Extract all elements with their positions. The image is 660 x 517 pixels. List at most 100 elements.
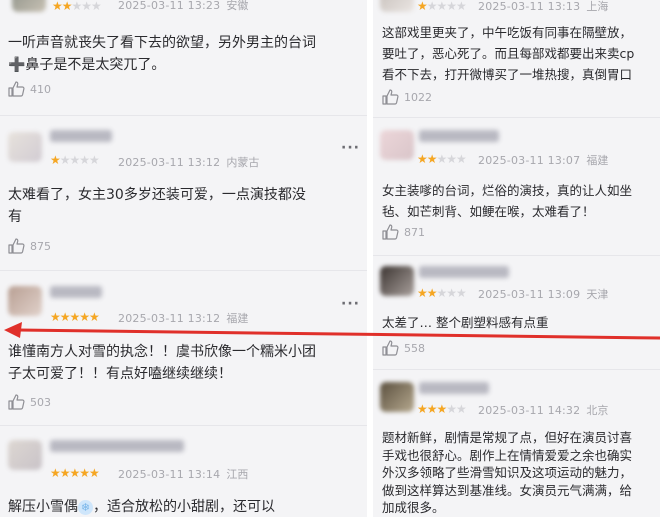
thumbs-up-icon	[8, 238, 25, 254]
comment-line: 题材新鲜，剧情是常规了点，但好在演员讨喜	[382, 430, 633, 445]
star-rating: ★★★★★	[417, 286, 467, 300]
username[interactable]	[419, 382, 489, 394]
like-button[interactable]: 875	[8, 238, 51, 254]
comment-card: ★★★★★ 2025-03-11 13:13 上海 这部戏里更夹了，中午吃饭有同事…	[373, 0, 660, 112]
comment-meta: 2025-03-11 13:09 天津	[478, 286, 608, 302]
comment-text: 题材新鲜，剧情是常规了点，但好在演员讨喜 手戏也很舒心。剧作上在情情爱爱之余也确…	[382, 429, 632, 517]
comment-meta: 2025-03-11 13:14 江西	[118, 466, 248, 482]
comment-text: 解压小雪偶 ❄ ，适合放松的小甜剧，还可以	[8, 496, 275, 517]
star-rating: ★★★★★	[50, 310, 100, 324]
comment-line: 这部戏里更夹了，中午吃饭有同事在隔壁放，	[382, 25, 633, 40]
more-options-button[interactable]: ···	[341, 140, 360, 156]
avatar[interactable]	[12, 0, 46, 12]
comment-date: 2025-03-11 13:14	[118, 468, 221, 481]
username[interactable]	[419, 266, 509, 278]
like-button[interactable]: 410	[8, 81, 51, 97]
comment-text: 这部戏里更夹了，中午吃饭有同事在隔壁放， 要吐了，恶心死了。而且每部戏都要出来卖…	[382, 22, 634, 85]
username[interactable]	[50, 440, 184, 452]
comment-meta: 2025-03-11 14:32 北京	[478, 402, 608, 418]
comment-date: 2025-03-11 13:07	[478, 154, 581, 167]
avatar[interactable]	[380, 0, 414, 12]
snowflake-icon: ❄	[78, 499, 93, 515]
comment-date: 2025-03-11 13:09	[478, 288, 581, 301]
more-options-button[interactable]: ···	[341, 296, 360, 312]
comment-line: 要吐了，恶心死了。而且每部戏都要出来卖cp	[382, 46, 635, 61]
right-comment-column: ★★★★★ 2025-03-11 13:13 上海 这部戏里更夹了，中午吃饭有同事…	[373, 0, 660, 517]
like-button[interactable]: 871	[382, 224, 425, 240]
comment-card: ★★★★★ 2025-03-11 13:12 福建 ··· 谁懂南方人对雪的执念！…	[0, 280, 367, 420]
comment-line: 太难看了，女主30多岁还装可爱，一点演技都没	[8, 187, 306, 203]
like-button[interactable]: 558	[382, 340, 425, 356]
avatar[interactable]	[8, 132, 42, 162]
comment-line: 一听声音就丧失了看下去的欲望，另外男主的台词	[8, 35, 316, 51]
like-button[interactable]: 503	[8, 394, 51, 410]
comment-line: 做到这样算达到基准线。女演员元气满满，给	[382, 482, 633, 498]
star-rating: ★★★★★	[50, 466, 100, 480]
comment-location: 上海	[586, 0, 609, 13]
comment-line: ➕鼻子是不是太突兀了。	[8, 57, 166, 73]
like-count: 1022	[404, 90, 432, 104]
comment-text: 女主装嗲的台词，烂俗的演技，真的让人如坐 毡、如芒刺背、如鲠在喉，太难看了！	[382, 180, 632, 222]
comment-line: 谁懂南方人对雪的执念！！虞书欣像一个糯米小团	[8, 344, 316, 360]
comment-date: 2025-03-11 13:13	[478, 0, 581, 13]
avatar[interactable]	[8, 286, 42, 316]
comment-location: 安徽	[226, 0, 249, 12]
comment-meta: 2025-03-11 13:12 福建	[118, 310, 248, 326]
star-rating: ★★★★★	[417, 0, 467, 13]
like-count: 558	[404, 341, 425, 355]
comment-location: 北京	[586, 404, 609, 417]
comment-date: 2025-03-11 14:32	[478, 404, 581, 417]
comment-date: 2025-03-11 13:12	[118, 312, 221, 325]
thumbs-up-icon	[8, 394, 25, 410]
comment-location: 福建	[226, 312, 249, 325]
comment-line: 毡、如芒刺背、如鲠在喉，太难看了！	[382, 204, 595, 219]
comment-text: 太难看了，女主30多岁还装可爱，一点演技都没 有	[8, 184, 306, 228]
like-button[interactable]: 1022	[382, 89, 432, 105]
comment-location: 福建	[586, 154, 609, 167]
like-count: 871	[404, 225, 425, 239]
left-comment-column: ★★★★★ 2025-03-11 13:23 安徽 一听声音就丧失了看下去的欲望，…	[0, 0, 367, 517]
divider	[373, 117, 660, 118]
comment-text: 谁懂南方人对雪的执念！！虞书欣像一个糯米小团 子太可爱了！！有点好嗑继续继续！	[8, 341, 316, 385]
avatar[interactable]	[380, 130, 414, 160]
avatar[interactable]	[380, 382, 414, 412]
comment-line: 外汉多领略了些滑雪知识及这项运动的魅力，	[382, 465, 633, 480]
comment-line: 手戏也很舒心。剧作上在情情爱爱之余也确实	[382, 447, 633, 463]
comment-meta: 2025-03-11 13:07 福建	[478, 152, 608, 168]
comment-line: 太差了… 整个剧塑料感有点重	[382, 315, 549, 330]
like-count: 875	[30, 239, 51, 253]
comment-location: 内蒙古	[226, 156, 260, 169]
comment-text: 太差了… 整个剧塑料感有点重	[382, 312, 548, 333]
comment-line: 有	[8, 209, 22, 225]
comment-line: 子太可爱了！！有点好嗑继续继续！	[8, 366, 232, 382]
avatar[interactable]	[380, 266, 414, 296]
divider	[0, 270, 367, 271]
divider	[373, 369, 660, 370]
comment-meta: 2025-03-11 13:13 上海	[478, 0, 608, 14]
comment-card: ★★★★★ 2025-03-11 13:09 天津 太差了… 整个剧塑料感有点重 …	[373, 262, 660, 366]
comment-line: 加成很多。	[382, 500, 445, 515]
divider	[0, 115, 367, 116]
username[interactable]	[50, 286, 102, 298]
star-rating: ★★★★★	[52, 0, 102, 13]
comment-location: 江西	[226, 468, 249, 481]
comment-card: ★★★★★ 2025-03-11 13:12 内蒙古 ··· 太难看了，女主30多…	[0, 124, 367, 264]
divider	[373, 255, 660, 256]
comment-date: 2025-03-11 13:23	[118, 0, 221, 12]
comment-card: ★★★★★ 2025-03-11 13:23 安徽 一听声音就丧失了看下去的欲望，…	[0, 0, 367, 113]
comment-meta: 2025-03-11 13:23 安徽	[118, 0, 248, 13]
like-count: 503	[30, 395, 51, 409]
avatar[interactable]	[8, 440, 42, 470]
comment-card: ★★★★★ 2025-03-11 13:07 福建 女主装嗲的台词，烂俗的演技，真…	[373, 126, 660, 254]
comment-text: 一听声音就丧失了看下去的欲望，另外男主的台词 ➕鼻子是不是太突兀了。	[8, 32, 316, 76]
comment-meta: 2025-03-11 13:12 内蒙古	[118, 154, 259, 170]
comment-line: 看不下去，打开微博买了一堆热搜，真倒胃口	[382, 67, 633, 82]
username[interactable]	[50, 130, 112, 142]
star-rating: ★★★★★	[417, 152, 467, 166]
comment-line: 解压小雪偶	[8, 499, 78, 515]
thumbs-up-icon	[382, 340, 399, 356]
thumbs-up-icon	[382, 224, 399, 240]
username[interactable]	[419, 130, 499, 142]
like-count: 410	[30, 82, 51, 96]
star-rating: ★★★★★	[417, 402, 467, 416]
